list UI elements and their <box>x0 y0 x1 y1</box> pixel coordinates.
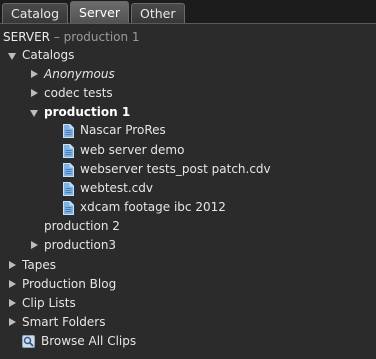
document-icon <box>63 123 74 138</box>
tree-item-label: Tapes <box>22 258 56 272</box>
triangle-down-icon[interactable] <box>8 46 17 65</box>
triangle-right-icon[interactable] <box>30 84 39 103</box>
tree-item-production3[interactable]: production3 <box>30 236 116 255</box>
tree-item-label: production3 <box>44 238 117 252</box>
browse-all-clips-label: Browse All Clips <box>41 334 137 348</box>
document-icon <box>63 143 74 158</box>
file-item[interactable]: web server demo <box>63 141 184 160</box>
server-header: SERVER – production 1 <box>3 30 140 44</box>
triangle-down-icon[interactable] <box>30 103 39 122</box>
file-item[interactable]: Nascar ProRes <box>63 121 166 140</box>
file-label: web server demo <box>80 143 185 157</box>
server-browser-panel: Catalog Server Other SERVER – production… <box>0 0 376 359</box>
file-label: webserver tests_post patch.cdv <box>80 162 271 176</box>
tree-item-label: Clip Lists <box>22 296 76 310</box>
file-item[interactable]: xdcam footage ibc 2012 <box>63 198 226 217</box>
document-icon <box>63 200 74 215</box>
file-label: xdcam footage ibc 2012 <box>80 200 226 214</box>
triangle-right-icon[interactable] <box>8 313 17 332</box>
triangle-right-icon[interactable] <box>30 236 39 255</box>
tree-item-tapes[interactable]: Tapes <box>8 256 56 275</box>
file-item[interactable]: webtest.cdv <box>63 179 153 198</box>
tree-item-anonymous[interactable]: Anonymous <box>30 65 115 84</box>
document-icon <box>63 181 74 196</box>
server-separator: – <box>53 30 60 44</box>
tree-item-codec-tests[interactable]: codec tests <box>30 84 113 103</box>
server-label: SERVER <box>3 30 51 44</box>
browse-all-clips[interactable]: Browse All Clips <box>22 332 136 351</box>
tree-item-label: Smart Folders <box>22 315 106 329</box>
tab-bar: Catalog Server Other <box>0 0 376 24</box>
file-label: Nascar ProRes <box>80 123 166 137</box>
tree-item-label: Anonymous <box>44 67 115 81</box>
tab-catalog[interactable]: Catalog <box>2 3 69 23</box>
tree-item-smart-folders[interactable]: Smart Folders <box>8 313 105 332</box>
triangle-right-icon[interactable] <box>30 65 39 84</box>
tree-item-label: codec tests <box>44 86 113 100</box>
file-label: webtest.cdv <box>80 181 153 195</box>
tree-item-production-2[interactable]: production 2 <box>44 217 120 236</box>
tree-item-production-blog[interactable]: Production Blog <box>8 275 116 294</box>
tree-item-clip-lists[interactable]: Clip Lists <box>8 294 76 313</box>
tree-item-catalogs[interactable]: Catalogs <box>8 46 74 65</box>
triangle-right-icon[interactable] <box>8 256 17 275</box>
tree-item-production-1[interactable]: production 1 <box>30 103 130 122</box>
magnifier-icon <box>22 335 35 348</box>
tree-item-label: production 1 <box>44 105 131 119</box>
tree-item-label: Catalogs <box>22 48 75 62</box>
tree-item-label: production 2 <box>44 219 120 233</box>
server-name: production 1 <box>63 30 140 44</box>
tab-server[interactable]: Server <box>70 1 130 23</box>
triangle-right-icon[interactable] <box>8 294 17 313</box>
file-item[interactable]: webserver tests_post patch.cdv <box>63 160 271 179</box>
document-icon <box>63 162 74 177</box>
tab-other[interactable]: Other <box>131 3 185 23</box>
tree-item-label: Production Blog <box>22 277 117 291</box>
triangle-right-icon[interactable] <box>8 275 17 294</box>
